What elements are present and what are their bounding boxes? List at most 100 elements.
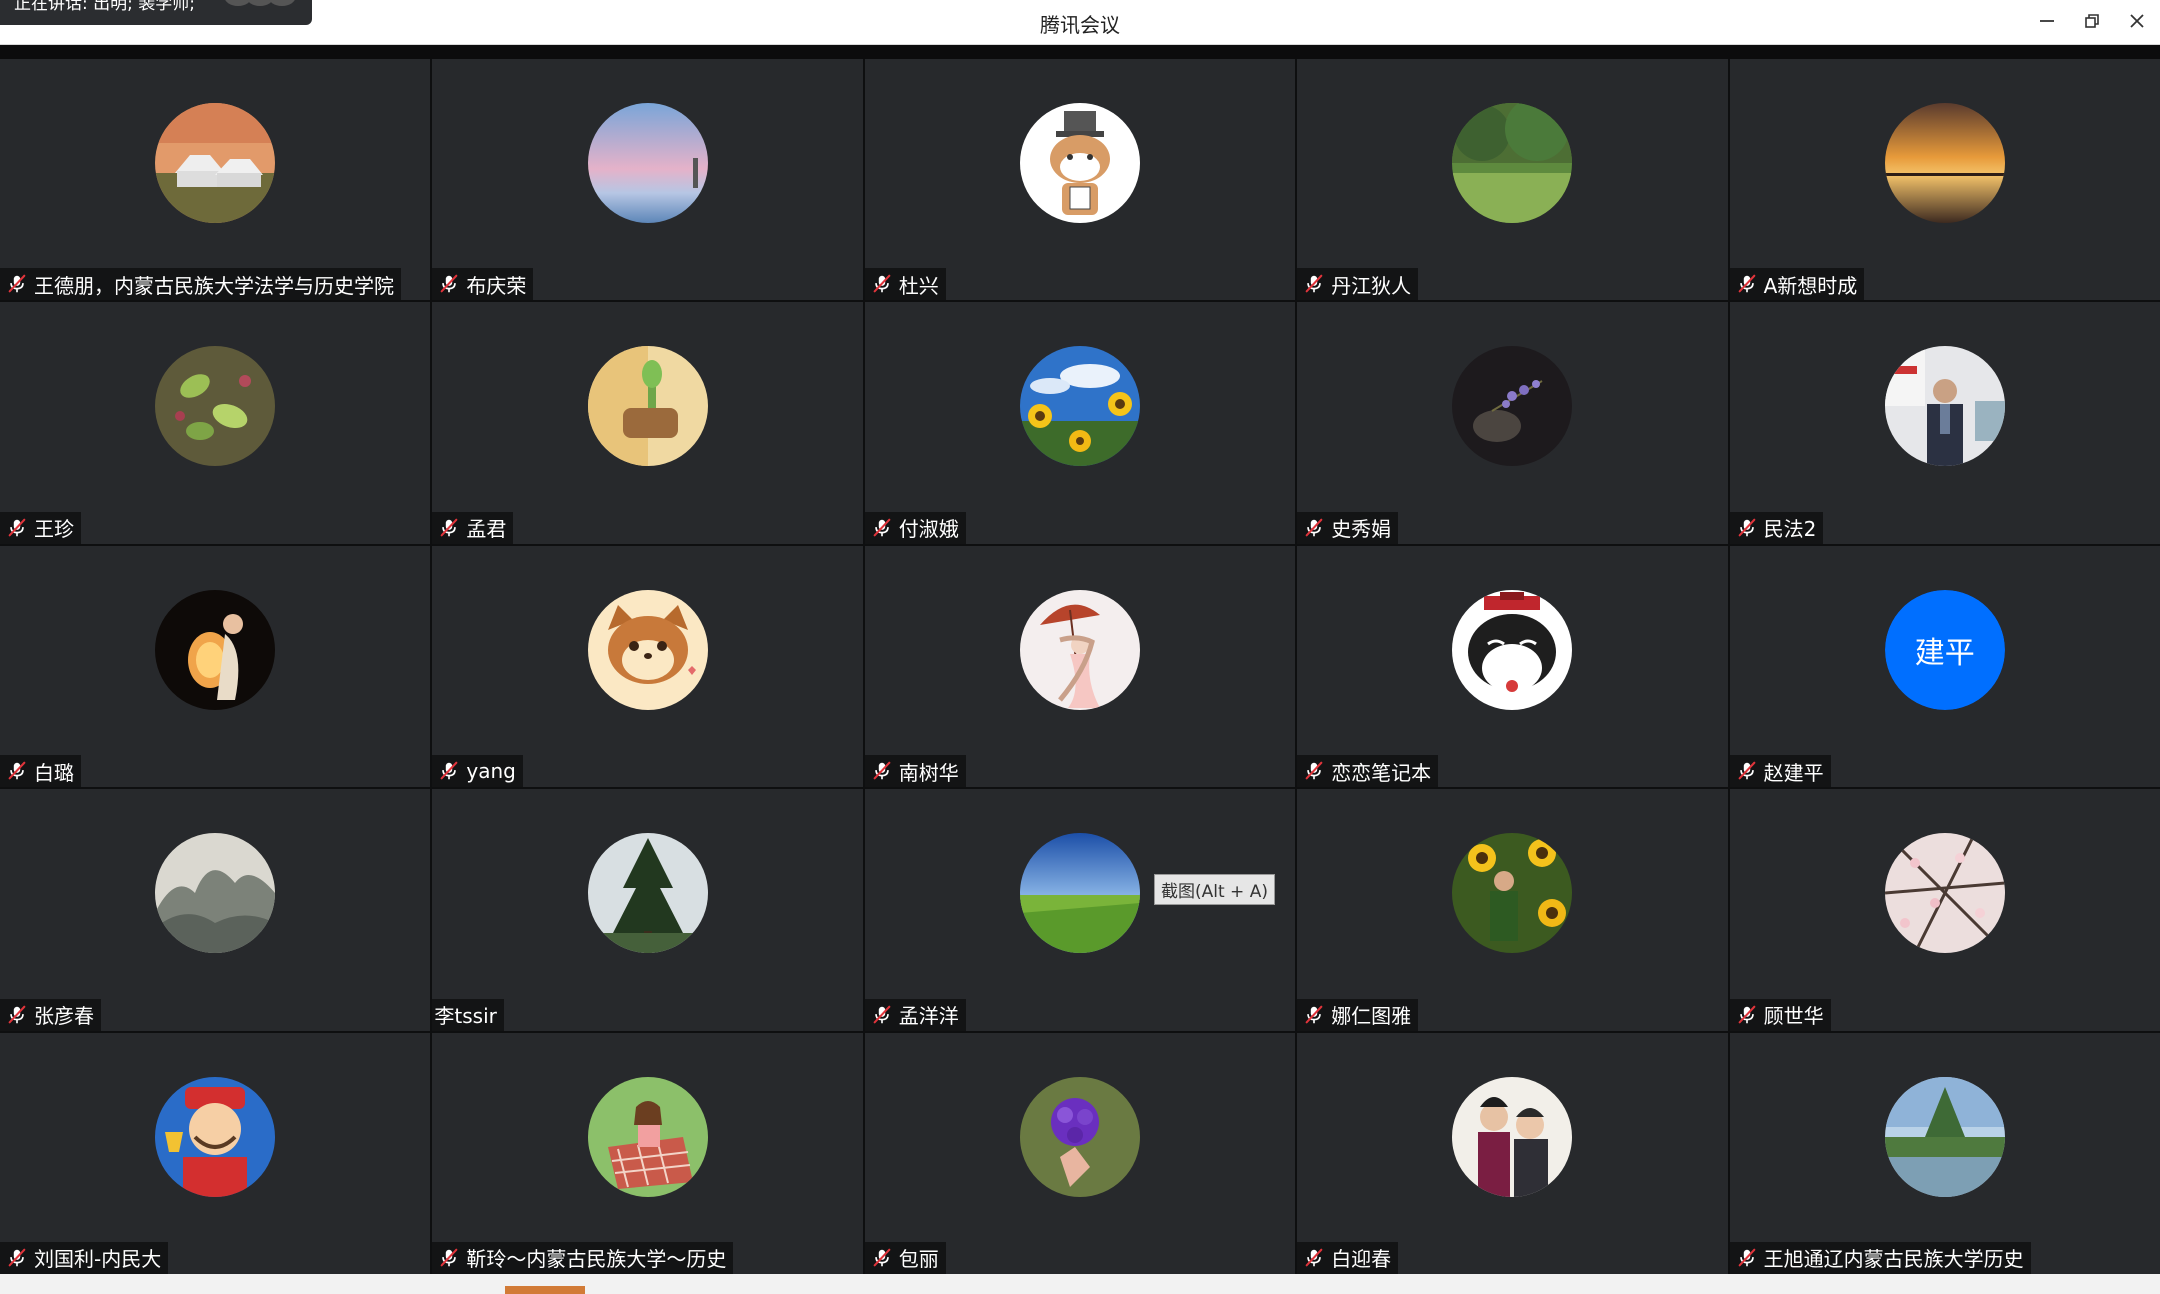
toolbar-strip	[0, 45, 2160, 59]
participant-name: 王旭通辽内蒙古民族大学历史	[1763, 1247, 2024, 1272]
participant-tile[interactable]: 包丽	[864, 1032, 1296, 1274]
participant-tile[interactable]: 王德朋，内蒙古民族大学法学与历史学院	[0, 59, 431, 301]
participant-avatar	[1884, 1076, 2005, 1197]
participant-nameplate: 顾世华	[1729, 998, 1831, 1031]
participant-nameplate: 杜兴	[864, 268, 946, 301]
participant-name: 白璐	[34, 760, 74, 785]
participant-name: 娜仁图雅	[1331, 1004, 1412, 1029]
participant-tile[interactable]: 南树华	[864, 545, 1296, 788]
participant-tile[interactable]: 王珍	[0, 302, 431, 544]
minimize-button[interactable]	[2027, 6, 2067, 36]
close-button[interactable]	[2117, 6, 2157, 36]
participant-avatar	[1452, 833, 1573, 954]
mic-muted-icon	[1305, 1248, 1323, 1267]
participant-name: 李tssir	[434, 1004, 497, 1029]
participant-name: 孟洋洋	[898, 1004, 959, 1029]
participant-tile[interactable]: 布庆荣	[432, 59, 863, 301]
participant-name: 恋恋笔记本	[1331, 760, 1432, 785]
participant-avatar	[1884, 346, 2005, 467]
participant-tile[interactable]: 杜兴	[864, 59, 1296, 301]
participant-nameplate: 白璐	[0, 755, 81, 788]
participant-tile[interactable]: 付淑娥	[864, 302, 1296, 544]
participant-tile[interactable]: 王旭通辽内蒙古民族大学历史	[1729, 1032, 2160, 1274]
participant-name: 靳玲～内蒙古民族大学～历史	[466, 1247, 727, 1272]
mic-muted-icon	[441, 761, 458, 780]
mic-muted-icon	[873, 1248, 891, 1267]
mic-muted-icon	[8, 518, 26, 537]
participant-nameplate: yang	[432, 755, 523, 788]
participant-tile[interactable]: yang	[432, 545, 863, 788]
participant-avatar: 建平	[1884, 589, 2005, 710]
participant-nameplate: 南树华	[864, 755, 966, 788]
participant-nameplate: 靳玲～内蒙古民族大学～历史	[432, 1241, 734, 1274]
participant-name: yang	[466, 759, 516, 784]
title-bar: 正在讲话: 出明; 裴学师; 腾讯会议	[0, 0, 2160, 45]
participant-tile[interactable]: 刘国利-内民大	[0, 1032, 431, 1274]
participant-avatar	[1452, 103, 1573, 223]
participant-nameplate: 王珍	[0, 511, 81, 544]
avatar-image	[155, 833, 276, 954]
avatar-image	[1884, 103, 2005, 223]
participant-nameplate: A新想时成	[1729, 268, 1865, 301]
participant-tile[interactable]: 顾世华	[1729, 789, 2160, 1031]
participant-grid: 王德朋，内蒙古民族大学法学与历史学院 布庆荣 杜兴 丹江狄人 A新想时成 王珍 …	[0, 59, 2160, 1274]
participant-tile[interactable]: 丹江狄人	[1297, 59, 1728, 301]
participant-tile[interactable]: A新想时成	[1729, 59, 2160, 301]
avatar-image	[587, 103, 708, 223]
participant-nameplate: 布庆荣	[432, 268, 534, 301]
bottom-strip	[0, 1274, 2160, 1294]
participant-avatar	[1019, 1076, 1140, 1197]
participant-tile[interactable]: 民法2	[1729, 302, 2160, 544]
mic-muted-icon	[1305, 761, 1323, 780]
avatar-image	[155, 103, 276, 223]
participant-tile[interactable]: 白迎春	[1297, 1032, 1728, 1274]
avatar-image	[1452, 346, 1573, 467]
participant-nameplate: 史秀娟	[1297, 511, 1399, 544]
participant-tile[interactable]: 恋恋笔记本	[1297, 545, 1728, 788]
participant-nameplate: 王德朋，内蒙古民族大学法学与历史学院	[0, 268, 401, 301]
participant-nameplate: 赵建平	[1729, 755, 1831, 788]
participant-name: 南树华	[898, 760, 959, 785]
mic-muted-icon	[1738, 1005, 1755, 1023]
mic-muted-icon	[441, 518, 458, 537]
mic-muted-icon	[1305, 275, 1323, 293]
mic-muted-icon	[1738, 1248, 1755, 1267]
participant-name: A新想时成	[1763, 273, 1858, 298]
avatar-image	[1019, 1076, 1140, 1197]
minimize-icon	[2040, 20, 2054, 22]
participant-tile[interactable]: 李tssir	[432, 789, 863, 1031]
close-icon	[2130, 14, 2144, 28]
avatar-image	[155, 589, 276, 710]
avatar-image	[1019, 103, 1140, 223]
participant-tile[interactable]: 靳玲～内蒙古民族大学～历史	[432, 1032, 863, 1274]
restore-button[interactable]	[2072, 6, 2112, 36]
participant-avatar	[587, 589, 708, 710]
participant-name: 顾世华	[1763, 1004, 1824, 1029]
participant-name: 付淑娥	[898, 517, 959, 542]
participant-nameplate: 白迎春	[1297, 1241, 1399, 1274]
avatar-image	[587, 1076, 708, 1197]
participant-tile[interactable]: 白璐	[0, 545, 431, 788]
mic-muted-icon	[8, 761, 26, 780]
avatar-image	[1019, 346, 1140, 467]
participant-tile[interactable]: 孟君	[432, 302, 863, 544]
participant-tile[interactable]: 娜仁图雅	[1297, 789, 1728, 1031]
participant-tile[interactable]: 史秀娟	[1297, 302, 1728, 544]
avatar-image	[1452, 103, 1573, 223]
participant-nameplate: 恋恋笔记本	[1297, 755, 1439, 788]
participant-name: 丹江狄人	[1331, 273, 1412, 298]
participant-avatar	[155, 103, 276, 223]
participant-tile[interactable]: 张彦春	[0, 789, 431, 1031]
participant-avatar	[1019, 103, 1140, 223]
participant-name: 王珍	[34, 517, 74, 542]
participant-tile[interactable]: 孟洋洋	[864, 789, 1296, 1031]
participant-tile[interactable]: 建平 赵建平	[1729, 545, 2160, 788]
participant-name: 王德朋，内蒙古民族大学法学与历史学院	[34, 273, 394, 298]
participant-nameplate: 刘国利-内民大	[0, 1241, 169, 1274]
avatar-image	[155, 346, 276, 467]
participant-name: 白迎春	[1331, 1247, 1392, 1272]
mic-muted-icon	[8, 275, 26, 293]
participant-avatar	[155, 1076, 276, 1197]
mic-muted-icon	[873, 275, 891, 293]
avatar-initials: 建平	[1884, 589, 2005, 710]
